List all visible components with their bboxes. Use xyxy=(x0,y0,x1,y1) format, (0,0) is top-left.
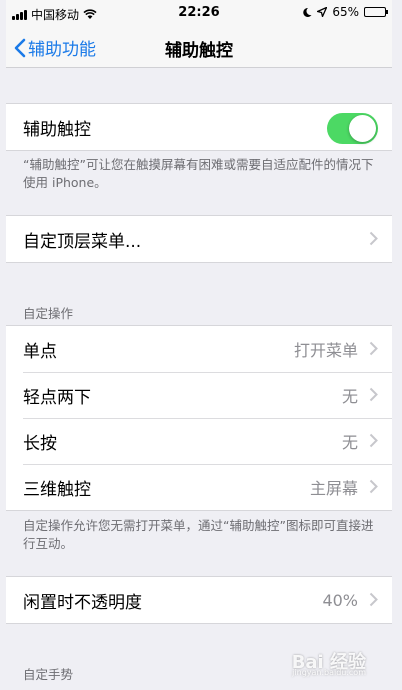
chevron-right-icon xyxy=(369,479,378,494)
double-tap-row[interactable]: 轻点两下 无 xyxy=(6,372,392,418)
3d-touch-row[interactable]: 三维触控 主屏幕 xyxy=(6,464,392,510)
watermark-url: jingyan.baidu.com xyxy=(292,668,366,677)
idle-opacity-label: 闲置时不透明度 xyxy=(23,592,142,613)
battery-percent: 65% xyxy=(332,5,359,19)
row-label: 三维触控 xyxy=(23,479,91,500)
single-tap-row[interactable]: 单点 打开菜单 xyxy=(6,326,392,372)
assistive-touch-toggle[interactable] xyxy=(327,113,378,144)
assistive-touch-row: 辅助触控 xyxy=(6,104,392,150)
custom-actions-header: 自定操作 xyxy=(23,306,74,321)
long-press-row[interactable]: 长按 无 xyxy=(6,418,392,464)
chevron-right-icon xyxy=(369,433,378,448)
customize-top-menu-label: 自定顶层菜单... xyxy=(23,231,142,252)
chevron-right-icon xyxy=(369,387,378,402)
chevron-right-icon xyxy=(369,592,378,607)
assistive-touch-section: 辅助触控 xyxy=(6,103,392,151)
chevron-right-icon xyxy=(369,341,378,356)
customize-top-menu-row[interactable]: 自定顶层菜单... xyxy=(6,216,392,262)
moon-icon xyxy=(303,7,312,17)
page-title: 辅助触控 xyxy=(165,41,233,61)
idle-opacity-section: 闲置时不透明度 40% xyxy=(6,576,392,624)
custom-actions-section: 单点 打开菜单 轻点两下 无 长按 无 三维触控 主屏幕 xyxy=(6,325,392,511)
row-value: 主屏幕 xyxy=(309,479,358,498)
location-icon xyxy=(317,7,328,17)
status-bar: 中国移动 22:26 65% xyxy=(6,0,392,26)
row-label: 轻点两下 xyxy=(23,387,91,408)
assistive-touch-label: 辅助触控 xyxy=(23,119,91,140)
row-label: 单点 xyxy=(23,341,57,362)
idle-opacity-row[interactable]: 闲置时不透明度 40% xyxy=(6,577,392,623)
row-value: 无 xyxy=(341,387,358,406)
navigation-bar: 辅助功能 辅助触控 xyxy=(6,26,392,68)
row-value: 无 xyxy=(341,433,358,452)
battery-icon xyxy=(364,7,388,17)
chevron-right-icon xyxy=(369,231,378,246)
settings-screen: 中国移动 22:26 65% 辅助功能 辅助触控 辅助触控 “辅助触控”可让您在… xyxy=(6,0,392,690)
status-right: 65% xyxy=(302,5,388,19)
custom-gestures-header: 自定手势 xyxy=(23,667,74,682)
custom-actions-footer: 自定操作允许您无需打开菜单，通过“辅助触控”图标即可直接进行互动。 xyxy=(23,518,374,551)
row-label: 长按 xyxy=(23,433,57,454)
baidu-watermark: Bai 经验 jingyan.baidu.com xyxy=(292,648,366,677)
top-menu-section: 自定顶层菜单... xyxy=(6,215,392,263)
assistive-touch-description: “辅助触控”可让您在触摸屏幕有困难或需要自适应配件的情况下使用 iPhone。 xyxy=(23,157,374,190)
row-value: 打开菜单 xyxy=(293,341,358,360)
idle-opacity-value: 40% xyxy=(322,590,358,610)
